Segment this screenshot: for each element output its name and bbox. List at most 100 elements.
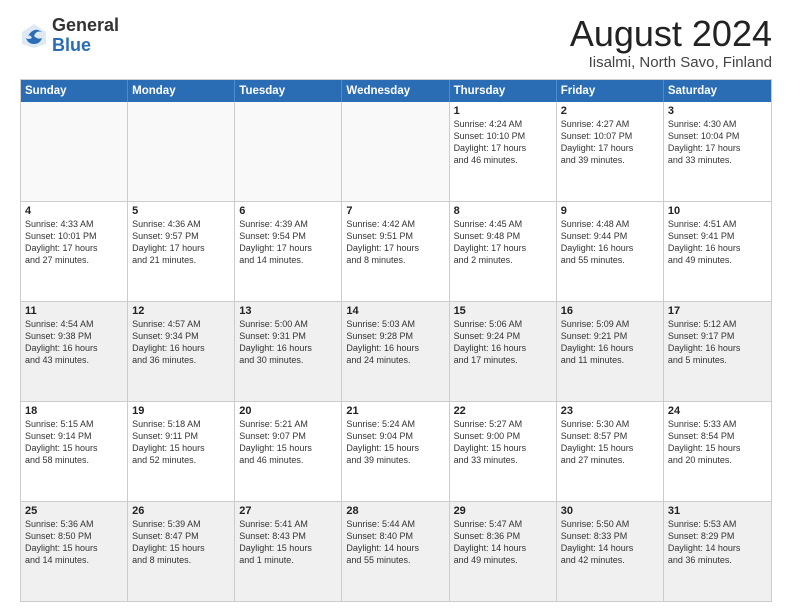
day-cell-17: 17Sunrise: 5:12 AM Sunset: 9:17 PM Dayli… bbox=[664, 302, 771, 401]
day-number: 10 bbox=[668, 205, 767, 217]
day-number: 9 bbox=[561, 205, 659, 217]
header: General Blue August 2024 Iisalmi, North … bbox=[20, 16, 772, 71]
day-number: 12 bbox=[132, 305, 230, 317]
cell-content: Sunrise: 5:47 AM Sunset: 8:36 PM Dayligh… bbox=[454, 519, 527, 565]
day-number: 11 bbox=[25, 305, 123, 317]
day-cell-5: 5Sunrise: 4:36 AM Sunset: 9:57 PM Daylig… bbox=[128, 202, 235, 301]
day-cell-20: 20 Sunrise: 5:21 AM Sunset: 9:07 PM Dayli… bbox=[235, 402, 342, 501]
day-cell-12: 12 Sunrise: 4:57 AM Sunset: 9:34 PM Dayli… bbox=[128, 302, 235, 401]
day-cell-15: 15Sunrise: 5:06 AM Sunset: 9:24 PM Dayli… bbox=[450, 302, 557, 401]
calendar: SundayMondayTuesdayWednesdayThursdayFrid… bbox=[20, 79, 772, 602]
cell-content: Sunrise: 4:39 AM Sunset: 9:54 PM Dayligh… bbox=[239, 219, 312, 265]
day-cell-28: 28 Sunrise: 5:44 AM Sunset: 8:40 PM Dayli… bbox=[342, 502, 449, 601]
cell-content: Sunrise: 4:48 AM Sunset: 9:44 PM Dayligh… bbox=[561, 219, 634, 265]
calendar-subtitle: Iisalmi, North Savo, Finland bbox=[570, 54, 772, 71]
cell-content: Sunrise: 5:00 AM Sunset: 9:31 PM Dayligh… bbox=[239, 319, 312, 365]
day-cell-6: 6 Sunrise: 4:39 AM Sunset: 9:54 PM Daylig… bbox=[235, 202, 342, 301]
cell-content: Sunrise: 5:36 AM Sunset: 8:50 PM Dayligh… bbox=[25, 519, 98, 565]
day-number: 15 bbox=[454, 305, 552, 317]
cell-content: Sunrise: 5:03 AM Sunset: 9:28 PM Dayligh… bbox=[346, 319, 419, 365]
cell-content: Sunrise: 4:45 AM Sunset: 9:48 PM Dayligh… bbox=[454, 219, 527, 265]
day-number: 21 bbox=[346, 405, 444, 417]
calendar-header: SundayMondayTuesdayWednesdayThursdayFrid… bbox=[21, 80, 771, 102]
logo-icon bbox=[20, 22, 48, 50]
calendar-row-3: 11 Sunrise: 4:54 AM Sunset: 9:38 PM Dayli… bbox=[21, 302, 771, 402]
empty-cell bbox=[235, 102, 342, 201]
day-cell-10: 10Sunrise: 4:51 AM Sunset: 9:41 PM Dayli… bbox=[664, 202, 771, 301]
day-cell-25: 25 Sunrise: 5:36 AM Sunset: 8:50 PM Dayli… bbox=[21, 502, 128, 601]
empty-cell bbox=[21, 102, 128, 201]
day-number: 20 bbox=[239, 405, 337, 417]
day-cell-21: 21 Sunrise: 5:24 AM Sunset: 9:04 PM Dayli… bbox=[342, 402, 449, 501]
day-cell-30: 30 Sunrise: 5:50 AM Sunset: 8:33 PM Dayli… bbox=[557, 502, 664, 601]
day-number: 19 bbox=[132, 405, 230, 417]
day-number: 27 bbox=[239, 505, 337, 517]
day-number: 8 bbox=[454, 205, 552, 217]
day-header-saturday: Saturday bbox=[664, 80, 771, 102]
day-number: 25 bbox=[25, 505, 123, 517]
day-number: 13 bbox=[239, 305, 337, 317]
day-header-monday: Monday bbox=[128, 80, 235, 102]
day-number: 4 bbox=[25, 205, 123, 217]
cell-content: Sunrise: 4:27 AM Sunset: 10:07 PM Daylig… bbox=[561, 119, 634, 165]
day-cell-9: 9 Sunrise: 4:48 AM Sunset: 9:44 PM Daylig… bbox=[557, 202, 664, 301]
day-number: 31 bbox=[668, 505, 767, 517]
day-cell-14: 14Sunrise: 5:03 AM Sunset: 9:28 PM Dayli… bbox=[342, 302, 449, 401]
cell-content: Sunrise: 5:21 AM Sunset: 9:07 PM Dayligh… bbox=[239, 419, 312, 465]
logo-text: General Blue bbox=[52, 16, 119, 56]
cell-content: Sunrise: 5:50 AM Sunset: 8:33 PM Dayligh… bbox=[561, 519, 634, 565]
day-number: 3 bbox=[668, 105, 767, 117]
cell-content: Sunrise: 5:33 AM Sunset: 8:54 PM Dayligh… bbox=[668, 419, 741, 465]
day-cell-22: 22 Sunrise: 5:27 AM Sunset: 9:00 PM Dayli… bbox=[450, 402, 557, 501]
cell-content: Sunrise: 5:24 AM Sunset: 9:04 PM Dayligh… bbox=[346, 419, 419, 465]
title-block: August 2024 Iisalmi, North Savo, Finland bbox=[570, 16, 772, 71]
day-number: 30 bbox=[561, 505, 659, 517]
cell-content: Sunrise: 5:44 AM Sunset: 8:40 PM Dayligh… bbox=[346, 519, 419, 565]
cell-content: Sunrise: 5:39 AM Sunset: 8:47 PM Dayligh… bbox=[132, 519, 205, 565]
day-cell-1: 1 Sunrise: 4:24 AM Sunset: 10:10 PM Dayli… bbox=[450, 102, 557, 201]
day-cell-3: 3 Sunrise: 4:30 AM Sunset: 10:04 PM Dayli… bbox=[664, 102, 771, 201]
cell-content: Sunrise: 5:18 AM Sunset: 9:11 PM Dayligh… bbox=[132, 419, 205, 465]
cell-content: Sunrise: 5:41 AM Sunset: 8:43 PM Dayligh… bbox=[239, 519, 312, 565]
day-cell-26: 26Sunrise: 5:39 AM Sunset: 8:47 PM Dayli… bbox=[128, 502, 235, 601]
day-cell-31: 31 Sunrise: 5:53 AM Sunset: 8:29 PM Dayli… bbox=[664, 502, 771, 601]
day-cell-8: 8 Sunrise: 4:45 AM Sunset: 9:48 PM Daylig… bbox=[450, 202, 557, 301]
logo: General Blue bbox=[20, 16, 119, 56]
day-number: 28 bbox=[346, 505, 444, 517]
day-cell-11: 11 Sunrise: 4:54 AM Sunset: 9:38 PM Dayli… bbox=[21, 302, 128, 401]
calendar-body: 1 Sunrise: 4:24 AM Sunset: 10:10 PM Dayli… bbox=[21, 102, 771, 601]
calendar-row-4: 18Sunrise: 5:15 AM Sunset: 9:14 PM Dayli… bbox=[21, 402, 771, 502]
logo-general-text: General bbox=[52, 15, 119, 35]
day-cell-24: 24Sunrise: 5:33 AM Sunset: 8:54 PM Dayli… bbox=[664, 402, 771, 501]
cell-content: Sunrise: 4:33 AM Sunset: 10:01 PM Daylig… bbox=[25, 219, 98, 265]
calendar-row-5: 25 Sunrise: 5:36 AM Sunset: 8:50 PM Dayli… bbox=[21, 502, 771, 601]
calendar-row-2: 4 Sunrise: 4:33 AM Sunset: 10:01 PM Dayli… bbox=[21, 202, 771, 302]
cell-content: Sunrise: 4:54 AM Sunset: 9:38 PM Dayligh… bbox=[25, 319, 98, 365]
day-number: 1 bbox=[454, 105, 552, 117]
day-header-tuesday: Tuesday bbox=[235, 80, 342, 102]
day-cell-19: 19 Sunrise: 5:18 AM Sunset: 9:11 PM Dayli… bbox=[128, 402, 235, 501]
day-number: 16 bbox=[561, 305, 659, 317]
day-header-sunday: Sunday bbox=[21, 80, 128, 102]
day-number: 23 bbox=[561, 405, 659, 417]
day-header-wednesday: Wednesday bbox=[342, 80, 449, 102]
day-number: 7 bbox=[346, 205, 444, 217]
day-number: 17 bbox=[668, 305, 767, 317]
empty-cell bbox=[342, 102, 449, 201]
day-number: 18 bbox=[25, 405, 123, 417]
empty-cell bbox=[128, 102, 235, 201]
cell-content: Sunrise: 4:24 AM Sunset: 10:10 PM Daylig… bbox=[454, 119, 527, 165]
day-cell-16: 16Sunrise: 5:09 AM Sunset: 9:21 PM Dayli… bbox=[557, 302, 664, 401]
logo-blue-text: Blue bbox=[52, 35, 91, 55]
day-cell-27: 27 Sunrise: 5:41 AM Sunset: 8:43 PM Dayli… bbox=[235, 502, 342, 601]
cell-content: Sunrise: 5:53 AM Sunset: 8:29 PM Dayligh… bbox=[668, 519, 741, 565]
day-cell-18: 18Sunrise: 5:15 AM Sunset: 9:14 PM Dayli… bbox=[21, 402, 128, 501]
cell-content: Sunrise: 4:30 AM Sunset: 10:04 PM Daylig… bbox=[668, 119, 741, 165]
page: General Blue August 2024 Iisalmi, North … bbox=[0, 0, 792, 612]
cell-content: Sunrise: 4:57 AM Sunset: 9:34 PM Dayligh… bbox=[132, 319, 205, 365]
day-number: 6 bbox=[239, 205, 337, 217]
day-cell-4: 4 Sunrise: 4:33 AM Sunset: 10:01 PM Dayli… bbox=[21, 202, 128, 301]
day-cell-13: 13 Sunrise: 5:00 AM Sunset: 9:31 PM Dayli… bbox=[235, 302, 342, 401]
cell-content: Sunrise: 5:27 AM Sunset: 9:00 PM Dayligh… bbox=[454, 419, 527, 465]
day-number: 22 bbox=[454, 405, 552, 417]
